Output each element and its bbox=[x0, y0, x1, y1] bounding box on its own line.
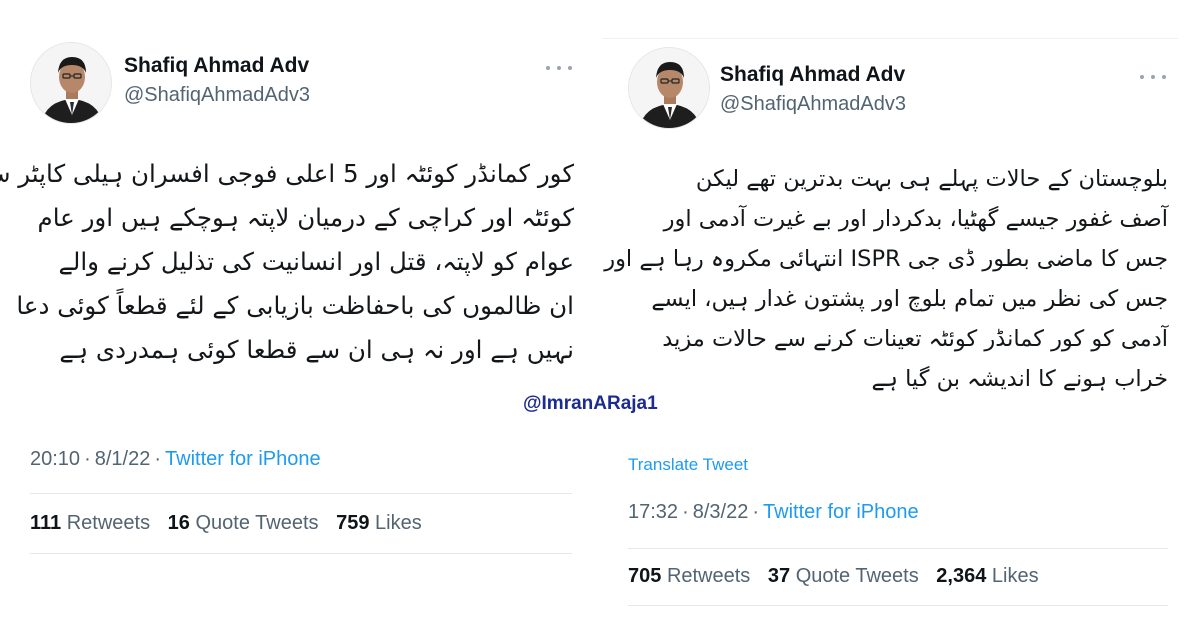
tweet-text-line: بلوچستان کے حالات پہلے ہی بہت بدترین تھے… bbox=[695, 166, 1168, 192]
avatar[interactable] bbox=[30, 42, 112, 124]
tweet-text-line: آصف غفور جیسے گھٹیا، بدکردار اور بے غیرت… bbox=[663, 206, 1168, 232]
meta-separator: · bbox=[752, 501, 760, 523]
author-handle[interactable]: @ShafiqAhmadAdv3 bbox=[124, 84, 310, 107]
retweets-label: Retweets bbox=[66, 512, 151, 534]
tweet-text-line: خراب ہونے کا اندیشہ بن گیا ہے bbox=[871, 366, 1168, 392]
tweet-text: کور کمانڈر کوئٹہ اور 5 اعلی فوجی افسران … bbox=[0, 152, 574, 372]
quote-tweets-count: 37 bbox=[767, 565, 791, 587]
tweet-time[interactable]: 17:32 bbox=[628, 501, 678, 523]
tweet-text-line: جس کا ماضی بطور ڈی جی ISPR انتہائی مکروہ… bbox=[604, 246, 1168, 272]
quote-tweets-count: 16 bbox=[167, 512, 190, 534]
tweet-text-line: جس کی نظر میں تمام بلوچ اور پشتون غدار ہ… bbox=[651, 286, 1168, 312]
likes-stat[interactable]: 759 Likes bbox=[336, 512, 422, 534]
more-options-icon[interactable] bbox=[1140, 73, 1166, 81]
meta-separator: · bbox=[84, 448, 91, 470]
tweet-card: Shafiq Ahmad Adv @ShafiqAhmadAdv3 بلوچست… bbox=[602, 38, 1178, 618]
tweet-source-link[interactable]: Twitter for iPhone bbox=[165, 448, 321, 470]
tweet-card: Shafiq Ahmad Adv @ShafiqAhmadAdv3 کور کم… bbox=[0, 30, 576, 555]
tweet-date[interactable]: 8/1/22 bbox=[95, 448, 151, 470]
retweets-count: 111 bbox=[30, 512, 62, 534]
tweet-text-line: کوئٹہ اور کراچی کے درمیان لاپتہ ہوچکے ہی… bbox=[37, 203, 574, 232]
profile-photo bbox=[31, 43, 111, 123]
author-handle[interactable]: @ShafiqAhmadAdv3 bbox=[720, 93, 906, 116]
divider bbox=[628, 605, 1168, 606]
retweets-count: 705 bbox=[628, 565, 662, 587]
divider bbox=[30, 493, 572, 494]
tweet-text-line: آدمی کو کور کمانڈر کوئٹہ تعینات کرنے سے … bbox=[662, 326, 1168, 352]
likes-count: 2,364 bbox=[936, 565, 987, 587]
tweet-meta: 17:32 · 8/3/22 · Twitter for iPhone bbox=[628, 501, 919, 524]
quote-tweets-stat[interactable]: 16 Quote Tweets bbox=[168, 512, 319, 534]
meta-separator: · bbox=[154, 448, 162, 470]
translate-tweet-link[interactable]: Translate Tweet bbox=[628, 455, 748, 475]
tweet-stats: 111 Retweets 16 Quote Tweets 759 Likes bbox=[30, 512, 434, 535]
tweet-date[interactable]: 8/3/22 bbox=[693, 501, 749, 523]
profile-photo bbox=[629, 48, 709, 128]
likes-stat[interactable]: 2,364 Likes bbox=[936, 565, 1038, 587]
retweets-label: Retweets bbox=[666, 565, 751, 587]
likes-label: Likes bbox=[375, 512, 422, 534]
tweet-stats: 705 Retweets 37 Quote Tweets 2,364 Likes bbox=[628, 565, 1051, 588]
tweet-meta: 20:10 · 8/1/22 · Twitter for iPhone bbox=[30, 448, 321, 471]
tweet-text: بلوچستان کے حالات پہلے ہی بہت بدترین تھے… bbox=[604, 159, 1168, 399]
quote-tweets-label: Quote Tweets bbox=[195, 512, 319, 534]
watermark-handle: @ImranARaja1 bbox=[523, 393, 658, 414]
divider bbox=[628, 548, 1168, 549]
likes-label: Likes bbox=[991, 565, 1039, 587]
retweets-stat[interactable]: 111 Retweets bbox=[30, 512, 150, 534]
tweet-time[interactable]: 20:10 bbox=[30, 448, 80, 470]
likes-count: 759 bbox=[336, 512, 370, 534]
more-options-icon[interactable] bbox=[546, 64, 572, 72]
quote-tweets-stat[interactable]: 37 Quote Tweets bbox=[768, 565, 919, 587]
quote-tweets-label: Quote Tweets bbox=[795, 565, 919, 587]
tweet-text-line: عوام کو لاپتہ، قتل اور انسانیت کی تذلیل … bbox=[58, 247, 574, 276]
tweet-text-line: ان ظالموں کی باحفاظت بازیابی کے لئے قطعا… bbox=[16, 291, 574, 320]
divider bbox=[30, 553, 572, 554]
tweet-text-line: نہیں ہے اور نہ ہی ان سے قطعا کوئی ہمدردی… bbox=[59, 335, 574, 364]
tweet-text-line: کور کمانڈر کوئٹہ اور 5 اعلی فوجی افسران … bbox=[0, 159, 574, 188]
author-name[interactable]: Shafiq Ahmad Adv bbox=[124, 54, 309, 78]
meta-separator: · bbox=[682, 501, 689, 523]
avatar[interactable] bbox=[628, 47, 710, 129]
retweets-stat[interactable]: 705 Retweets bbox=[628, 565, 750, 587]
tweet-source-link[interactable]: Twitter for iPhone bbox=[763, 501, 919, 523]
author-name[interactable]: Shafiq Ahmad Adv bbox=[720, 63, 905, 87]
